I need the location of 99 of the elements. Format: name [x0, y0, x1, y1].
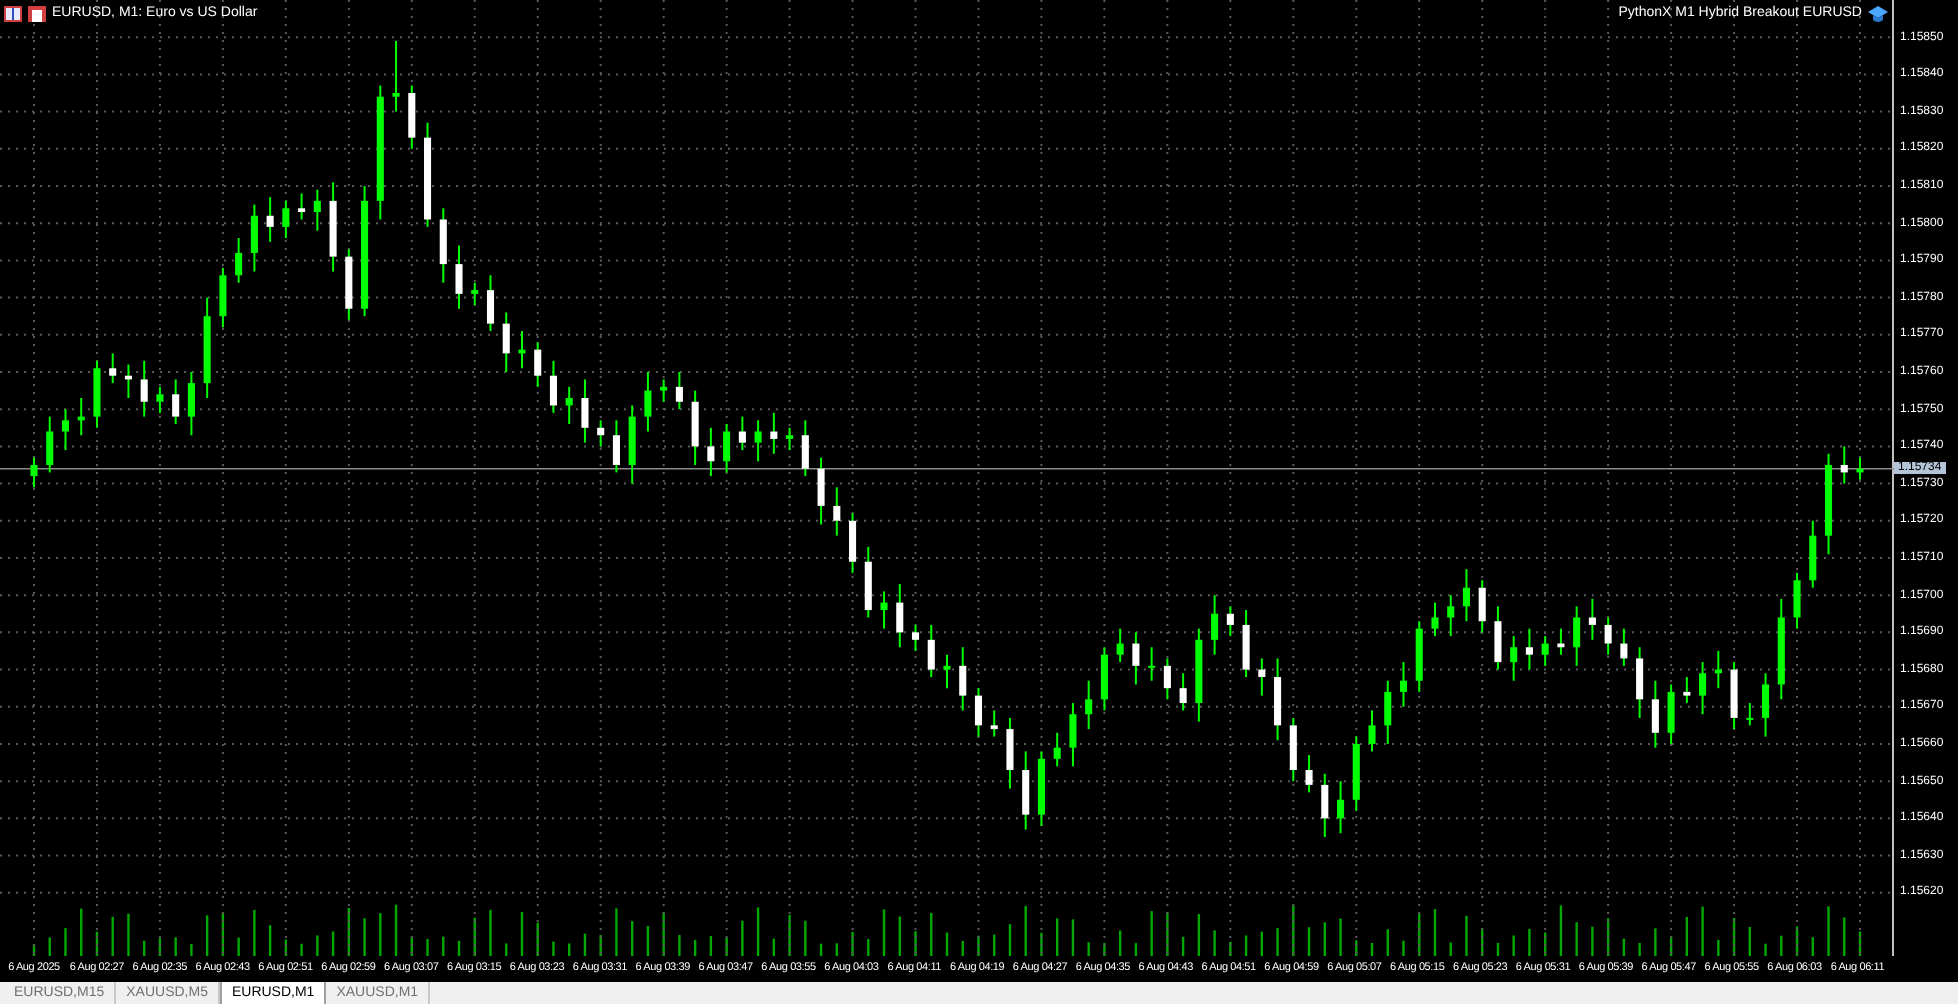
- candlestick: [1573, 605, 1581, 667]
- candlestick: [1289, 716, 1297, 783]
- trade-icon[interactable]: [28, 6, 46, 23]
- candlestick: [1242, 609, 1250, 679]
- candlestick: [392, 39, 400, 113]
- candlestick: [1447, 594, 1455, 638]
- candlestick: [156, 385, 164, 414]
- candlestick: [1053, 731, 1061, 768]
- candlestick: [723, 423, 731, 474]
- candlestick: [1683, 676, 1691, 705]
- candlestick: [187, 370, 195, 437]
- candlestick: [1321, 772, 1329, 838]
- candlestick: [219, 266, 227, 329]
- candlestick: [1431, 601, 1439, 638]
- candlestick: [1699, 661, 1707, 716]
- candlestick: [754, 419, 762, 463]
- candlestick: [675, 370, 683, 411]
- candlestick: [1525, 627, 1533, 671]
- candlestick: [581, 378, 589, 444]
- candlestick: [1462, 568, 1471, 623]
- candlestick: [974, 687, 983, 738]
- candlestick: [738, 415, 746, 452]
- candlestick: [565, 385, 573, 426]
- candlestick: [1856, 456, 1864, 481]
- candlestick: [1116, 627, 1124, 664]
- candlestick: [313, 188, 321, 232]
- candlestick: [770, 411, 778, 455]
- candlestick: [1132, 631, 1140, 686]
- candlestick: [140, 359, 148, 418]
- candlestick: [250, 203, 258, 273]
- candlestick: [1100, 646, 1108, 712]
- candlestick: [1636, 646, 1644, 719]
- candlestick: [172, 378, 180, 426]
- grid-icon[interactable]: [4, 6, 22, 23]
- candlestick: [266, 196, 274, 243]
- candlestick: [534, 341, 542, 388]
- candlestick: [1148, 646, 1156, 682]
- candlestick: [911, 623, 920, 652]
- candlestick: [660, 378, 668, 403]
- candlestick: [707, 426, 715, 478]
- candlestick: [1620, 627, 1628, 667]
- candlestick: [486, 274, 495, 333]
- candlestick: [1022, 750, 1030, 831]
- candlestick: [1793, 571, 1801, 630]
- candlestick: [1305, 754, 1313, 794]
- candlestick: [1163, 657, 1171, 701]
- candlestick: [1667, 683, 1675, 745]
- candlestick: [1651, 679, 1659, 749]
- candlestick: [1510, 635, 1518, 682]
- candlestick: [1179, 672, 1187, 712]
- candlestick: [833, 486, 841, 537]
- candlestick: [30, 456, 38, 489]
- candlestick: [1368, 709, 1376, 753]
- candlestick: [1588, 597, 1596, 641]
- candlestick: [1399, 661, 1408, 708]
- candlestick: [817, 456, 825, 526]
- candlestick: [786, 426, 794, 452]
- candlestick: [471, 281, 479, 307]
- candlestick: [1762, 672, 1770, 738]
- candlestick: [1746, 702, 1754, 727]
- candlestick: [1258, 657, 1266, 697]
- candlestick: [644, 370, 652, 433]
- candlestick: [801, 419, 809, 478]
- candlestick: [1211, 594, 1219, 656]
- candlestick: [439, 207, 447, 284]
- candlestick: [849, 512, 857, 574]
- candlestick: [1006, 716, 1014, 790]
- candlestick: [298, 192, 306, 221]
- candlestick: [1085, 679, 1093, 731]
- candlestick: [455, 244, 463, 310]
- candlestick: [518, 330, 526, 370]
- candlestick: [1840, 445, 1848, 485]
- candlestick: [408, 84, 416, 150]
- candlestick: [549, 359, 558, 414]
- candlestick: [1069, 702, 1077, 768]
- candlestick: [927, 623, 935, 679]
- hat-icon[interactable]: [1868, 5, 1888, 24]
- candlestick: [990, 709, 998, 738]
- candlestick: [1541, 635, 1549, 667]
- candlestick: [282, 199, 290, 240]
- candlestick: [1604, 616, 1612, 656]
- candlestick: [502, 311, 510, 373]
- candlestick: [691, 389, 699, 466]
- candlestick: [235, 237, 243, 284]
- candlestick: [46, 415, 54, 474]
- candlestick: [880, 590, 888, 630]
- candlestick: [1226, 605, 1234, 638]
- candlestick: [109, 352, 117, 385]
- candlestick: [1336, 780, 1345, 835]
- candlestick: [1809, 519, 1817, 589]
- candlestick: [943, 653, 951, 690]
- candlestick: [1494, 605, 1502, 671]
- candlestick: [1478, 579, 1486, 634]
- candlestick: [597, 419, 605, 448]
- candlestick: [1384, 679, 1392, 745]
- candlestick: [896, 583, 904, 649]
- candlestick: [61, 408, 70, 452]
- candlestick: [959, 646, 967, 712]
- candlestick: [612, 419, 620, 474]
